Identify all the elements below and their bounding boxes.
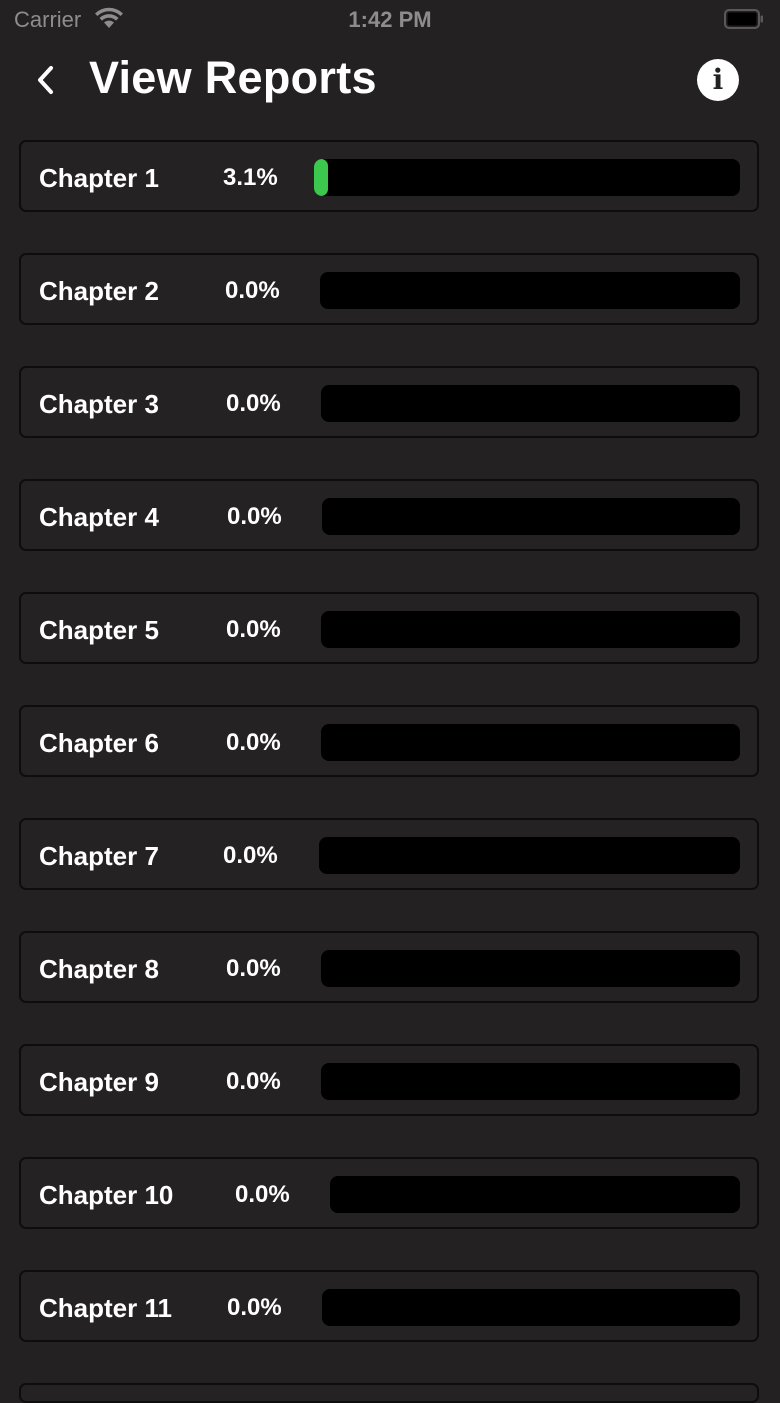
chapter-row[interactable]: Chapter 4 0.0% <box>19 479 759 551</box>
status-bar: Carrier 1:42 PM <box>0 0 780 40</box>
chapter-row[interactable]: Chapter 1 3.1% <box>19 140 759 212</box>
chapter-percent: 0.0% <box>223 842 278 869</box>
progress-bar <box>322 498 740 535</box>
chapter-percent: 0.0% <box>226 955 281 982</box>
chapter-row[interactable]: Chapter 6 0.0% <box>19 705 759 777</box>
progress-bar <box>321 611 740 648</box>
chapter-label: Chapter 10 <box>39 1180 174 1210</box>
list-item[interactable] <box>19 1383 759 1403</box>
progress-bar <box>314 159 740 196</box>
chapter-label: Chapter 2 <box>39 276 159 306</box>
progress-bar <box>319 837 740 874</box>
progress-fill <box>314 159 328 196</box>
chapter-percent: 0.0% <box>227 503 282 530</box>
chapter-label: Chapter 11 <box>39 1293 172 1323</box>
chapter-percent: 0.0% <box>226 390 281 417</box>
chapter-percent: 3.1% <box>223 164 278 191</box>
chapter-percent: 0.0% <box>226 729 281 756</box>
info-button[interactable]: i <box>697 59 739 101</box>
chapter-row[interactable]: Chapter 10 0.0% <box>19 1157 759 1229</box>
page-title: View Reports <box>89 52 377 103</box>
clock-time: 1:42 PM <box>348 7 432 32</box>
progress-bar <box>321 385 740 422</box>
progress-bar <box>330 1176 740 1213</box>
chapter-label: Chapter 4 <box>39 502 159 532</box>
chevron-left-icon <box>38 66 53 94</box>
chapter-row[interactable]: Chapter 7 0.0% <box>19 818 759 890</box>
info-icon: i <box>712 63 724 96</box>
chapter-percent: 0.0% <box>235 1181 290 1208</box>
chapter-label: Chapter 6 <box>39 728 159 758</box>
chapter-row[interactable]: Chapter 8 0.0% <box>19 931 759 1003</box>
back-button[interactable] <box>28 60 64 100</box>
chapter-label: Chapter 8 <box>39 954 159 984</box>
chapter-label: Chapter 5 <box>39 615 159 645</box>
chapter-row[interactable]: Chapter 11 0.0% <box>19 1270 759 1342</box>
chapter-percent: 0.0% <box>227 1294 282 1321</box>
chapter-row[interactable]: Chapter 9 0.0% <box>19 1044 759 1116</box>
chapter-percent: 0.0% <box>225 277 280 304</box>
progress-bar <box>321 724 740 761</box>
chapter-row[interactable]: Chapter 2 0.0% <box>19 253 759 325</box>
progress-bar <box>321 1063 740 1100</box>
chapter-row[interactable]: Chapter 5 0.0% <box>19 592 759 664</box>
chapter-label: Chapter 1 <box>39 163 159 193</box>
chapter-label: Chapter 9 <box>39 1067 159 1097</box>
progress-bar <box>322 1289 740 1326</box>
battery-icon <box>724 9 763 29</box>
chapter-label: Chapter 7 <box>39 841 159 871</box>
chapter-percent: 0.0% <box>226 1068 281 1095</box>
chapter-label: Chapter 3 <box>39 389 159 419</box>
progress-bar <box>320 272 740 309</box>
progress-bar <box>321 950 740 987</box>
chapter-row[interactable]: Chapter 3 0.0% <box>19 366 759 438</box>
chapter-percent: 0.0% <box>226 616 281 643</box>
